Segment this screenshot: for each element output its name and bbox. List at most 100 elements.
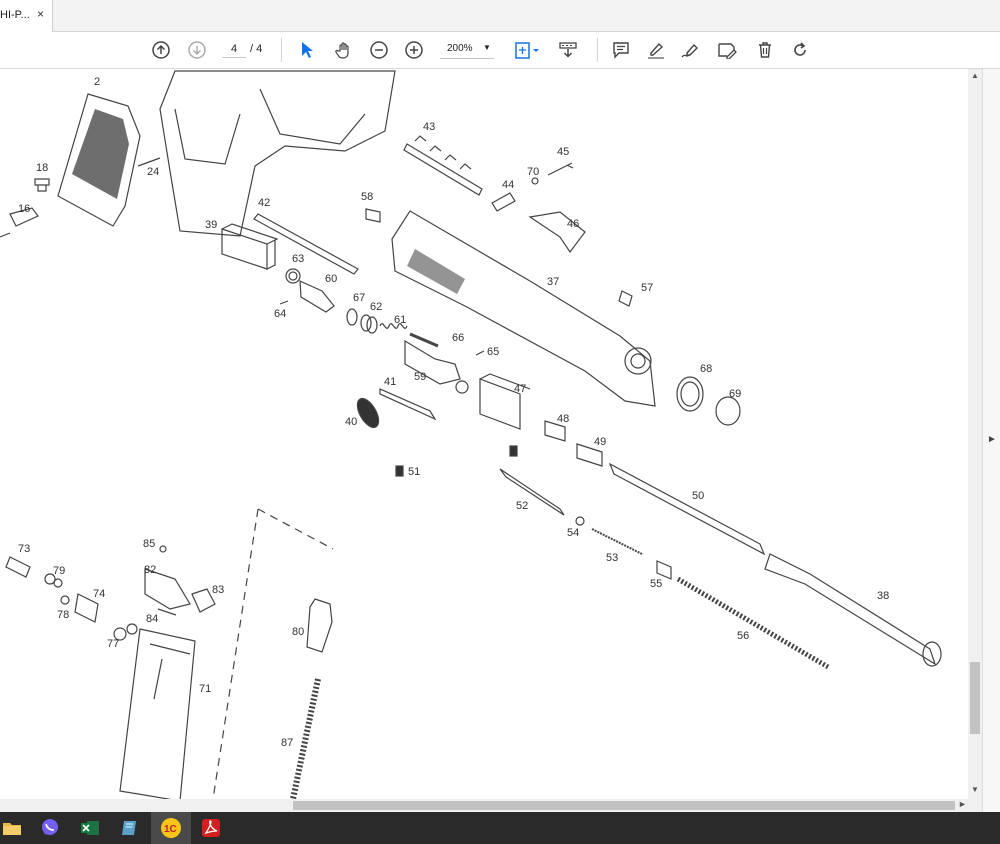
taskbar-excel[interactable] bbox=[70, 812, 110, 844]
taskbar-acrobat[interactable] bbox=[191, 812, 231, 844]
part-label: 52 bbox=[516, 500, 528, 512]
next-page-button[interactable] bbox=[186, 32, 208, 68]
part-label: 79 bbox=[53, 565, 65, 577]
part-label: 84 bbox=[146, 613, 158, 625]
document-tab[interactable]: HI-P... × bbox=[0, 0, 53, 32]
excel-icon bbox=[81, 821, 99, 835]
scroll-right-icon[interactable]: ► bbox=[958, 799, 967, 809]
page-total: / 4 bbox=[250, 43, 263, 55]
part-label: 48 bbox=[557, 413, 569, 425]
part-label: 61 bbox=[394, 314, 406, 326]
part-labels: 2 18 16 24 39 42 63 60 64 67 62 61 66 65… bbox=[18, 76, 889, 749]
expand-pane-icon[interactable]: ► bbox=[987, 434, 997, 445]
part-label: 39 bbox=[205, 219, 217, 231]
zoom-value: 200% bbox=[447, 43, 473, 54]
part-label: 41 bbox=[384, 376, 396, 388]
page-number-input[interactable] bbox=[222, 41, 246, 58]
edit-text-button[interactable] bbox=[716, 32, 740, 68]
part-label: 78 bbox=[57, 609, 69, 621]
part-label: 50 bbox=[692, 490, 704, 502]
part-label: 18 bbox=[36, 162, 48, 174]
scroll-mode-button[interactable] bbox=[556, 32, 580, 68]
horizontal-scrollbar[interactable]: ► bbox=[0, 799, 982, 812]
part-37-slide bbox=[391, 210, 656, 407]
delete-button[interactable] bbox=[754, 32, 776, 68]
part-label: 60 bbox=[325, 273, 337, 285]
scroll-down-icon[interactable]: ▼ bbox=[971, 785, 979, 794]
draw-button[interactable] bbox=[680, 32, 702, 68]
arrow-down-circle-icon bbox=[188, 41, 206, 59]
part-label: 45 bbox=[557, 146, 569, 158]
zoom-in-button[interactable] bbox=[403, 32, 425, 68]
part-71-magazine bbox=[119, 628, 196, 799]
rotate-button[interactable] bbox=[789, 32, 811, 68]
taskbar-viber[interactable] bbox=[30, 812, 70, 844]
part-label: 47 bbox=[514, 383, 526, 395]
part-label: 70 bbox=[527, 166, 539, 178]
part-label: 87 bbox=[281, 737, 293, 749]
taskbar: 1C bbox=[0, 812, 1000, 844]
cursor-arrow-icon bbox=[302, 42, 313, 58]
svg-text:1C: 1C bbox=[164, 824, 177, 835]
document-view[interactable]: 2 18 16 24 39 42 63 60 64 67 62 61 66 65… bbox=[0, 69, 968, 799]
tab-title: HI-P... bbox=[0, 9, 30, 21]
highlight-button[interactable] bbox=[645, 32, 667, 68]
viber-icon bbox=[42, 819, 58, 835]
part-label: 44 bbox=[502, 179, 514, 191]
highlighter-icon bbox=[648, 42, 664, 59]
previous-page-button[interactable] bbox=[150, 32, 172, 68]
part-label: 24 bbox=[147, 166, 159, 178]
zoom-select[interactable]: 200% ▼ bbox=[440, 41, 494, 59]
part-label: 68 bbox=[700, 363, 712, 375]
select-tool-button[interactable] bbox=[297, 32, 317, 68]
part-label: 66 bbox=[452, 332, 464, 344]
part-label: 38 bbox=[877, 590, 889, 602]
arrow-up-circle-icon bbox=[152, 41, 170, 59]
part-label: 51 bbox=[408, 466, 420, 478]
tab-bar: HI-P... × bbox=[0, 0, 1000, 32]
toolbar-divider bbox=[281, 38, 282, 62]
part-label: 57 bbox=[641, 282, 653, 294]
rotate-icon bbox=[794, 42, 806, 56]
toolbar: / 4 200% ▼ bbox=[0, 32, 1000, 69]
pen-draw-icon bbox=[681, 43, 698, 58]
text-edit-icon bbox=[718, 43, 737, 59]
vertical-scroll-thumb[interactable] bbox=[970, 662, 980, 734]
vertical-scrollbar[interactable]: ▲ ▼ bbox=[968, 69, 982, 799]
part-label: 43 bbox=[423, 121, 435, 133]
part-label: 77 bbox=[107, 638, 119, 650]
part-label: 71 bbox=[199, 683, 211, 695]
fit-page-button[interactable] bbox=[512, 32, 542, 68]
part-label: 42 bbox=[258, 197, 270, 209]
horizontal-scroll-thumb[interactable] bbox=[293, 801, 955, 810]
part-label: 56 bbox=[737, 630, 749, 642]
part-label: 67 bbox=[353, 292, 365, 304]
part-label: 83 bbox=[212, 584, 224, 596]
comment-icon bbox=[613, 42, 629, 59]
chevron-down-icon: ▼ bbox=[483, 43, 491, 52]
hand-tool-button[interactable] bbox=[333, 32, 355, 68]
part-label: 54 bbox=[567, 527, 579, 539]
toolbar-divider bbox=[597, 38, 598, 62]
plus-circle-icon bbox=[405, 41, 423, 59]
part-label: 65 bbox=[487, 346, 499, 358]
taskbar-file-explorer[interactable] bbox=[0, 812, 32, 844]
scroll-up-icon[interactable]: ▲ bbox=[971, 71, 979, 80]
taskbar-notes[interactable] bbox=[110, 812, 150, 844]
comment-button[interactable] bbox=[610, 32, 632, 68]
part-label: 53 bbox=[606, 552, 618, 564]
taskbar-1c[interactable]: 1C bbox=[151, 812, 191, 844]
notes-icon bbox=[122, 821, 136, 835]
zoom-out-button[interactable] bbox=[368, 32, 390, 68]
close-icon[interactable]: × bbox=[37, 7, 44, 21]
part-label: 58 bbox=[361, 191, 373, 203]
part-label: 49 bbox=[594, 436, 606, 448]
part-label: 80 bbox=[292, 626, 304, 638]
part-label: 16 bbox=[18, 203, 30, 215]
part-label: 46 bbox=[567, 218, 579, 230]
part-label: 55 bbox=[650, 578, 662, 590]
right-pane-rail[interactable]: ► bbox=[982, 69, 1000, 812]
part-label: 37 bbox=[547, 276, 559, 288]
part-label: 82 bbox=[144, 564, 156, 576]
part-label: 40 bbox=[345, 416, 357, 428]
